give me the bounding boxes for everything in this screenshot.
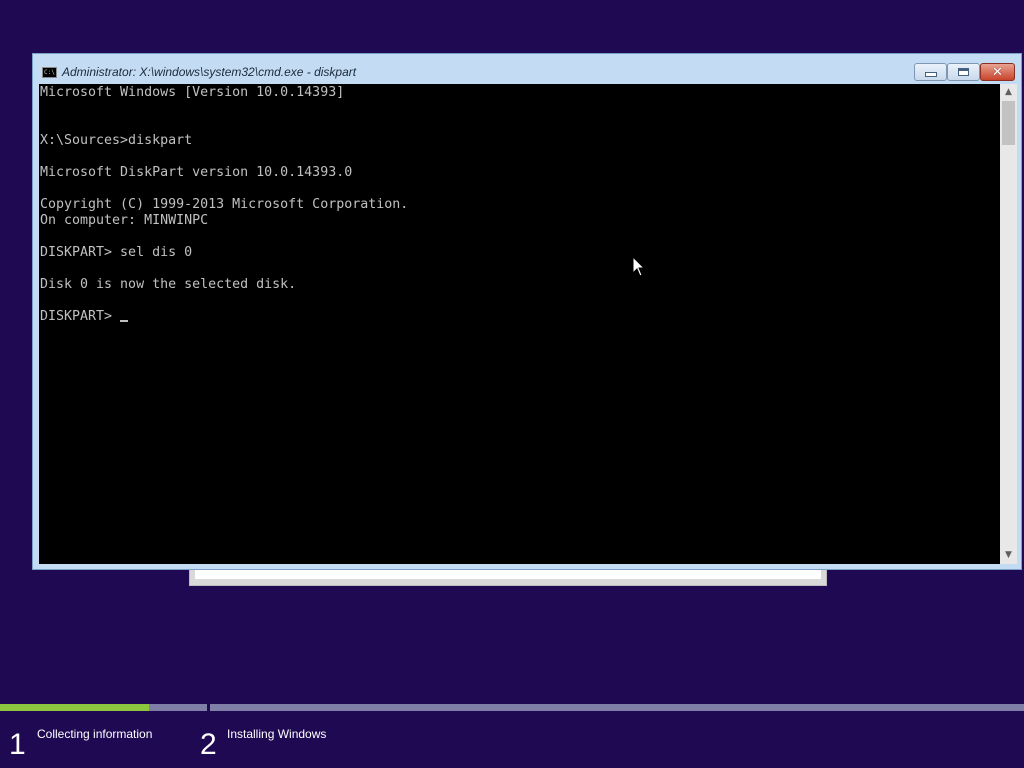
step-2-progress-track (210, 704, 1024, 711)
scroll-thumb[interactable] (1002, 101, 1015, 145)
scroll-up-arrow-icon[interactable]: ▲ (1000, 84, 1017, 101)
minimize-icon (924, 72, 937, 77)
console-line: X:\Sources>diskpart (40, 133, 193, 148)
step-1-progress-fill (0, 704, 150, 711)
console-line: Copyright (C) 1999-2013 Microsoft Corpor… (40, 197, 409, 212)
maximize-icon (958, 68, 969, 76)
minimize-button[interactable] (914, 63, 947, 81)
scroll-down-arrow-icon[interactable]: ▼ (1000, 547, 1017, 564)
step-1-number: 1 (9, 728, 26, 761)
command-prompt[interactable]: DISKPART> (40, 309, 120, 325)
cmd-icon[interactable]: C:\ (42, 67, 57, 78)
title-bar[interactable]: C:\ Administrator: X:\windows\system32\c… (33, 54, 1021, 84)
mouse-pointer-icon (632, 256, 646, 277)
step-2-number: 2 (200, 728, 217, 761)
console-line: Microsoft Windows [Version 10.0.14393] (40, 85, 345, 100)
close-button[interactable]: ✕ (980, 63, 1015, 81)
maximize-button[interactable] (947, 63, 980, 81)
step-2-label: Installing Windows (227, 727, 327, 741)
text-caret (120, 320, 128, 322)
console-output[interactable]: Microsoft Windows [Version 10.0.14393] X… (39, 84, 1000, 564)
vertical-scrollbar[interactable]: ▲ ▼ (1000, 84, 1017, 564)
console-line: Disk 0 is now the selected disk. (40, 277, 297, 292)
console-line: DISKPART> sel dis 0 (40, 245, 193, 260)
console-line: On computer: MINWINPC (40, 213, 209, 228)
step-1-label: Collecting information (37, 727, 153, 741)
console-line: Microsoft DiskPart version 10.0.14393.0 (40, 165, 353, 180)
window-title: Administrator: X:\windows\system32\cmd.e… (62, 65, 357, 79)
step-1-progress-track (0, 704, 207, 711)
cmd-window[interactable]: C:\ Administrator: X:\windows\system32\c… (32, 53, 1022, 570)
close-icon: ✕ (992, 64, 1003, 80)
